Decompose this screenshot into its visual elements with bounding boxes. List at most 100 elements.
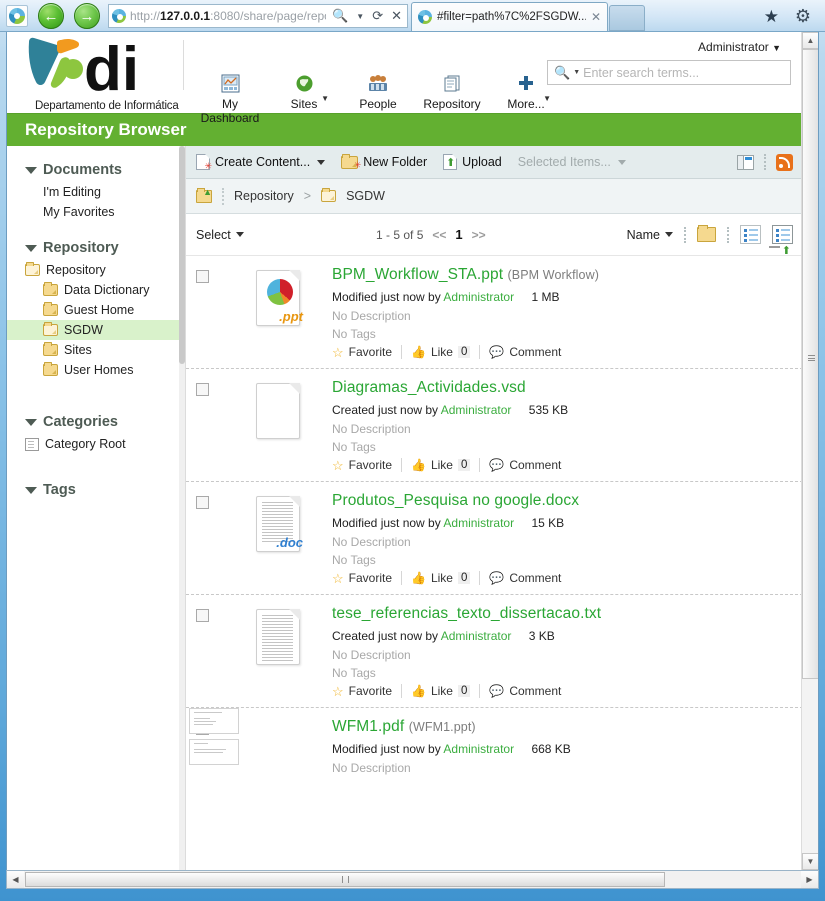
page-vertical-scrollbar[interactable]: ▲ ▼ [801,32,818,870]
browser-tab[interactable]: #filter=path%7C%2FSGDW... ✕ [411,2,608,31]
pane-toggle-icon[interactable] [737,154,754,170]
like-action[interactable]: 👍 Like 0 [411,345,471,359]
nav-item-people[interactable]: People [341,72,415,125]
favorites-star-icon[interactable]: ★ [764,7,779,27]
favorite-action[interactable]: ☆ Favorite [332,571,392,585]
like-action[interactable]: 👍 Like 0 [411,684,471,698]
chevron-down-icon[interactable]: ▼ [543,94,551,103]
create-content-button[interactable]: ✳ Create Content... [196,154,326,171]
chevron-down-icon[interactable]: ▼ [321,94,329,103]
row-checkbox[interactable] [196,496,209,509]
logo[interactable]: di Departamento de Informática [21,34,179,112]
repository-icon [441,72,463,94]
search-icon[interactable]: 🔍 [554,65,570,81]
stop-icon[interactable]: ✕ [389,8,404,24]
page-horizontal-scrollbar[interactable]: ◀ ▶ [6,870,819,889]
scroll-up-arrow-icon[interactable]: ▲ [802,32,818,49]
scrollbar-thumb[interactable] [802,49,818,679]
sort-field-menu[interactable]: Name [627,228,673,242]
favorite-action[interactable]: ☆ Favorite [332,458,392,472]
rss-icon[interactable] [776,153,793,171]
sidebar-section-tags[interactable]: Tags [7,476,185,502]
tab-close-icon[interactable]: ✕ [591,10,601,24]
sidebar-item-sites[interactable]: Sites [7,340,185,360]
table-row[interactable]: .doc Produtos_Pesquisa no google.docx Mo… [186,482,803,595]
table-row[interactable]: .ppt BPM_Workflow_STA.ppt (BPM Workflow)… [186,256,803,369]
row-checkbox[interactable] [196,609,209,622]
comment-action[interactable]: 💬 Comment [489,684,561,698]
triangle-down-icon [25,166,37,174]
table-row[interactable]: WFM1.pdf (WFM1.ppt) Modified just now by… [186,708,803,788]
comment-action[interactable]: 💬 Comment [489,458,561,472]
settings-gear-icon[interactable]: ⚙ [795,6,811,27]
meta-author[interactable]: Administrator [443,516,514,530]
scroll-down-arrow-icon[interactable]: ▼ [802,853,818,870]
row-thumbnail[interactable] [228,379,328,472]
scroll-left-arrow-icon[interactable]: ◀ [7,871,24,888]
sidebar-section-repository[interactable]: Repository [7,234,185,260]
favorite-action[interactable]: ☆ Favorite [332,345,392,359]
back-button[interactable]: ← [38,3,64,29]
meta-author[interactable]: Administrator [441,403,512,417]
breadcrumb-item-current[interactable]: SGDW [346,189,385,203]
select-menu[interactable]: Select [196,228,244,242]
simple-view-icon[interactable] [740,225,761,244]
show-folders-icon[interactable] [697,225,716,242]
user-menu[interactable]: Administrator ▼ [698,40,781,54]
scroll-right-arrow-icon[interactable]: ▶ [801,871,818,888]
document-title[interactable]: tese_referencias_texto_dissertacao.txt [332,605,793,623]
like-action[interactable]: 👍 Like 0 [411,458,471,472]
sidebar-item-user-homes[interactable]: User Homes [7,360,185,380]
sidebar-item-sgdw[interactable]: SGDW [7,320,185,340]
pagination-current-page[interactable]: 1 [455,227,462,242]
document-title[interactable]: WFM1.pdf (WFM1.ppt) [332,718,793,736]
document-title[interactable]: Diagramas_Actividades.vsd [332,379,793,397]
nav-item-sites[interactable]: ▼ Sites [267,72,341,125]
upload-button[interactable]: ⬆ Upload [443,154,502,170]
pagination-next[interactable]: >> [472,228,486,242]
sidebar-item-data-dictionary[interactable]: Data Dictionary [7,280,185,300]
hscrollbar-thumb[interactable] [25,872,665,887]
row-thumbnail[interactable] [228,605,328,698]
nav-item-repository[interactable]: Repository [415,72,489,125]
table-row[interactable]: Diagramas_Actividades.vsd Created just n… [186,369,803,482]
sidebar-section-categories[interactable]: Categories [7,408,185,434]
comment-action[interactable]: 💬 Comment [489,571,561,585]
row-thumbnail[interactable]: .doc [228,492,328,585]
row-thumbnail[interactable]: .ppt [228,266,328,359]
new-tab-button[interactable] [609,5,645,31]
detailed-view-icon[interactable] [772,225,793,244]
new-folder-button[interactable]: ✳ New Folder [341,153,427,169]
address-bar[interactable]: http://127.0.0.1:8080/share/page/repo: 🔍… [108,4,408,28]
row-checkbox[interactable] [196,383,209,396]
sidebar-item-category-root[interactable]: Category Root [7,434,185,454]
document-title[interactable]: Produtos_Pesquisa no google.docx [332,492,793,510]
address-dropdown-icon[interactable]: ▼ [354,12,366,21]
forward-button[interactable]: → [74,3,100,29]
row-checkbox[interactable] [196,270,209,283]
like-action[interactable]: 👍 Like 0 [411,571,471,585]
refresh-icon[interactable]: ⟳ [370,8,385,24]
table-row[interactable]: tese_referencias_texto_dissertacao.txt C… [186,595,803,708]
meta-author[interactable]: Administrator [443,290,514,304]
pagination: 1 - 5 of 5 << 1 >> [376,227,486,242]
folder-up-icon[interactable] [196,187,212,203]
sidebar-item-my-favorites[interactable]: My Favorites [7,202,185,222]
search-scope-chevron-icon[interactable]: ▼ [573,69,580,76]
row-thumbnail[interactable] [189,708,328,779]
search-input[interactable]: 🔍 ▼ Enter search terms... [547,60,791,85]
sidebar-section-documents[interactable]: Documents [7,156,185,182]
comment-action[interactable]: 💬 Comment [489,345,561,359]
meta-author[interactable]: Administrator [441,629,512,643]
favorite-action[interactable]: ☆ Favorite [332,684,392,698]
meta-author[interactable]: Administrator [443,742,514,756]
selected-items-button[interactable]: Selected Items... [518,155,626,169]
document-title[interactable]: BPM_Workflow_STA.ppt (BPM Workflow) [332,266,793,284]
sidebar-item-im-editing[interactable]: I'm Editing [7,182,185,202]
breadcrumb-item-repository[interactable]: Repository [234,189,294,203]
nav-item-my-dashboard[interactable]: My Dashboard [193,72,267,125]
pagination-first[interactable]: << [432,228,446,242]
sidebar-item-repository-root[interactable]: Repository [7,260,185,280]
address-search-icon[interactable]: 🔍 [330,8,350,24]
sidebar-item-guest-home[interactable]: Guest Home [7,300,185,320]
